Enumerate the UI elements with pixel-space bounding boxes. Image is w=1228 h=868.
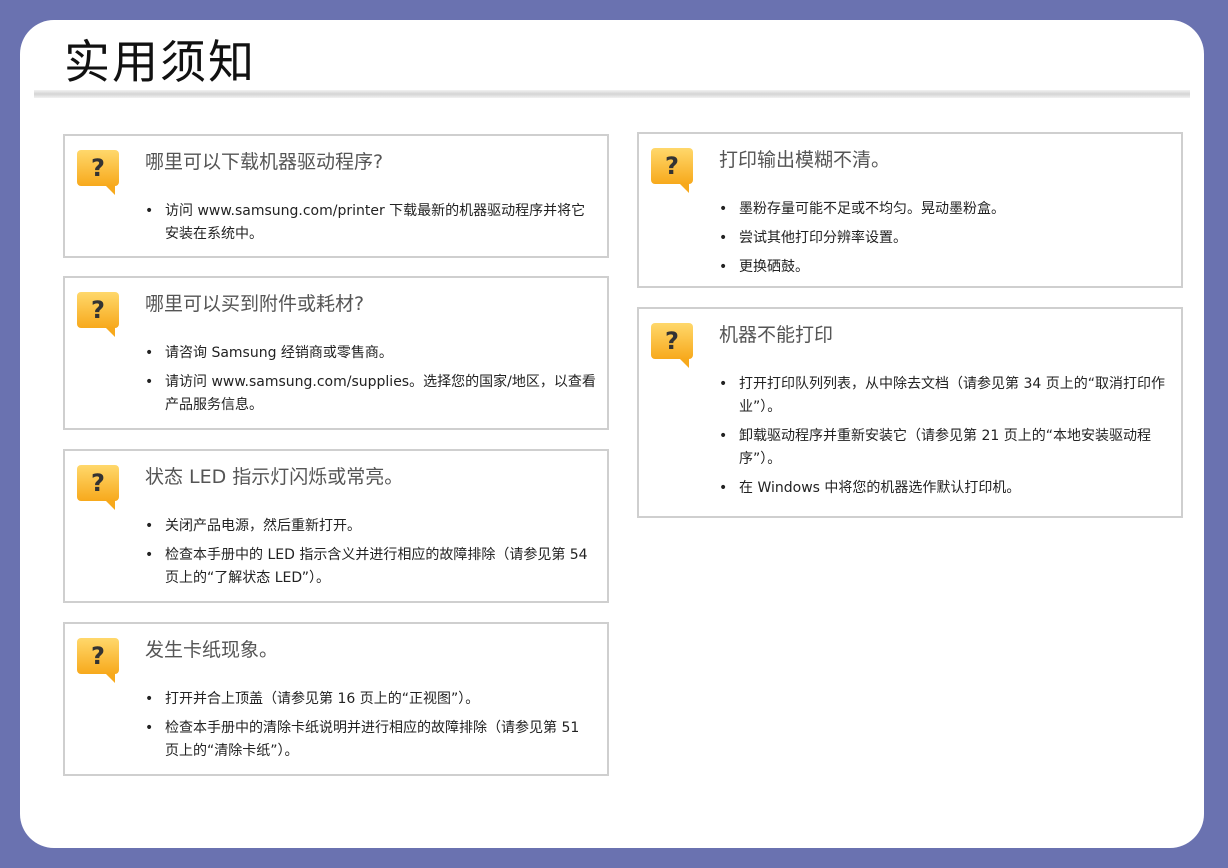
list-item: 请咨询 Samsung 经销商或零售商。: [143, 342, 597, 365]
card-title: 状态 LED 指示灯闪烁或常亮。: [145, 466, 404, 488]
card-title: 发生卡纸现象。: [145, 639, 279, 661]
title-divider: [34, 90, 1190, 98]
card-list: 打开并合上顶盖（请参见第 16 页上的“正视图”）。 检查本手册中的清除卡纸说明…: [143, 688, 597, 769]
faq-card-cannot-print: ? 机器不能打印 打开打印队列列表，从中除去文档（请参见第 34 页上的“取消打…: [637, 307, 1183, 518]
question-icon: ?: [77, 638, 119, 683]
faq-card-status-led: ? 状态 LED 指示灯闪烁或常亮。 关闭产品电源，然后重新打开。 检查本手册中…: [63, 449, 609, 603]
page-title: 实用须知: [64, 35, 256, 89]
list-item: 墨粉存量可能不足或不均匀。晃动墨粉盒。: [717, 198, 1171, 221]
question-icon: ?: [77, 292, 119, 337]
card-title: 哪里可以买到附件或耗材?: [145, 293, 365, 315]
list-item: 关闭产品电源，然后重新打开。: [143, 515, 597, 538]
faq-card-paper-jam: ? 发生卡纸现象。 打开并合上顶盖（请参见第 16 页上的“正视图”）。 检查本…: [63, 622, 609, 776]
list-item: 打开并合上顶盖（请参见第 16 页上的“正视图”）。: [143, 688, 597, 711]
list-item: 在 Windows 中将您的机器选作默认打印机。: [717, 477, 1171, 500]
card-title: 打印输出模糊不清。: [719, 149, 891, 171]
question-icon: ?: [77, 465, 119, 510]
list-item: 检查本手册中的清除卡纸说明并进行相应的故障排除（请参见第 51 页上的“清除卡纸…: [143, 717, 597, 763]
list-item: 访问 www.samsung.com/printer 下载最新的机器驱动程序并将…: [143, 200, 597, 246]
card-list: 打开打印队列列表，从中除去文档（请参见第 34 页上的“取消打印作业”）。 卸载…: [717, 373, 1171, 506]
faq-card-driver-download: ? 哪里可以下载机器驱动程序? 访问 www.samsung.com/print…: [63, 134, 609, 258]
card-list: 请咨询 Samsung 经销商或零售商。 请访问 www.samsung.com…: [143, 342, 597, 423]
card-list: 访问 www.samsung.com/printer 下载最新的机器驱动程序并将…: [143, 200, 597, 252]
faq-card-supplies: ? 哪里可以买到附件或耗材? 请咨询 Samsung 经销商或零售商。 请访问 …: [63, 276, 609, 430]
card-title: 机器不能打印: [719, 324, 834, 346]
list-item: 请访问 www.samsung.com/supplies。选择您的国家/地区，以…: [143, 371, 597, 417]
card-title: 哪里可以下载机器驱动程序?: [145, 151, 384, 173]
list-item: 打开打印队列列表，从中除去文档（请参见第 34 页上的“取消打印作业”）。: [717, 373, 1171, 419]
question-icon: ?: [651, 148, 693, 193]
faq-card-blurry-print: ? 打印输出模糊不清。 墨粉存量可能不足或不均匀。晃动墨粉盒。 尝试其他打印分辨…: [637, 132, 1183, 288]
list-item: 尝试其他打印分辨率设置。: [717, 227, 1171, 250]
question-icon: ?: [651, 323, 693, 368]
card-list: 关闭产品电源，然后重新打开。 检查本手册中的 LED 指示含义并进行相应的故障排…: [143, 515, 597, 596]
list-item: 卸载驱动程序并重新安装它（请参见第 21 页上的“本地安装驱动程序”）。: [717, 425, 1171, 471]
card-list: 墨粉存量可能不足或不均匀。晃动墨粉盒。 尝试其他打印分辨率设置。 更换硒鼓。: [717, 198, 1171, 285]
page: 实用须知 ? 哪里可以下载机器驱动程序? 访问 www.samsung.com/…: [20, 20, 1204, 848]
question-icon: ?: [77, 150, 119, 195]
list-item: 更换硒鼓。: [717, 256, 1171, 279]
list-item: 检查本手册中的 LED 指示含义并进行相应的故障排除（请参见第 54 页上的“了…: [143, 544, 597, 590]
